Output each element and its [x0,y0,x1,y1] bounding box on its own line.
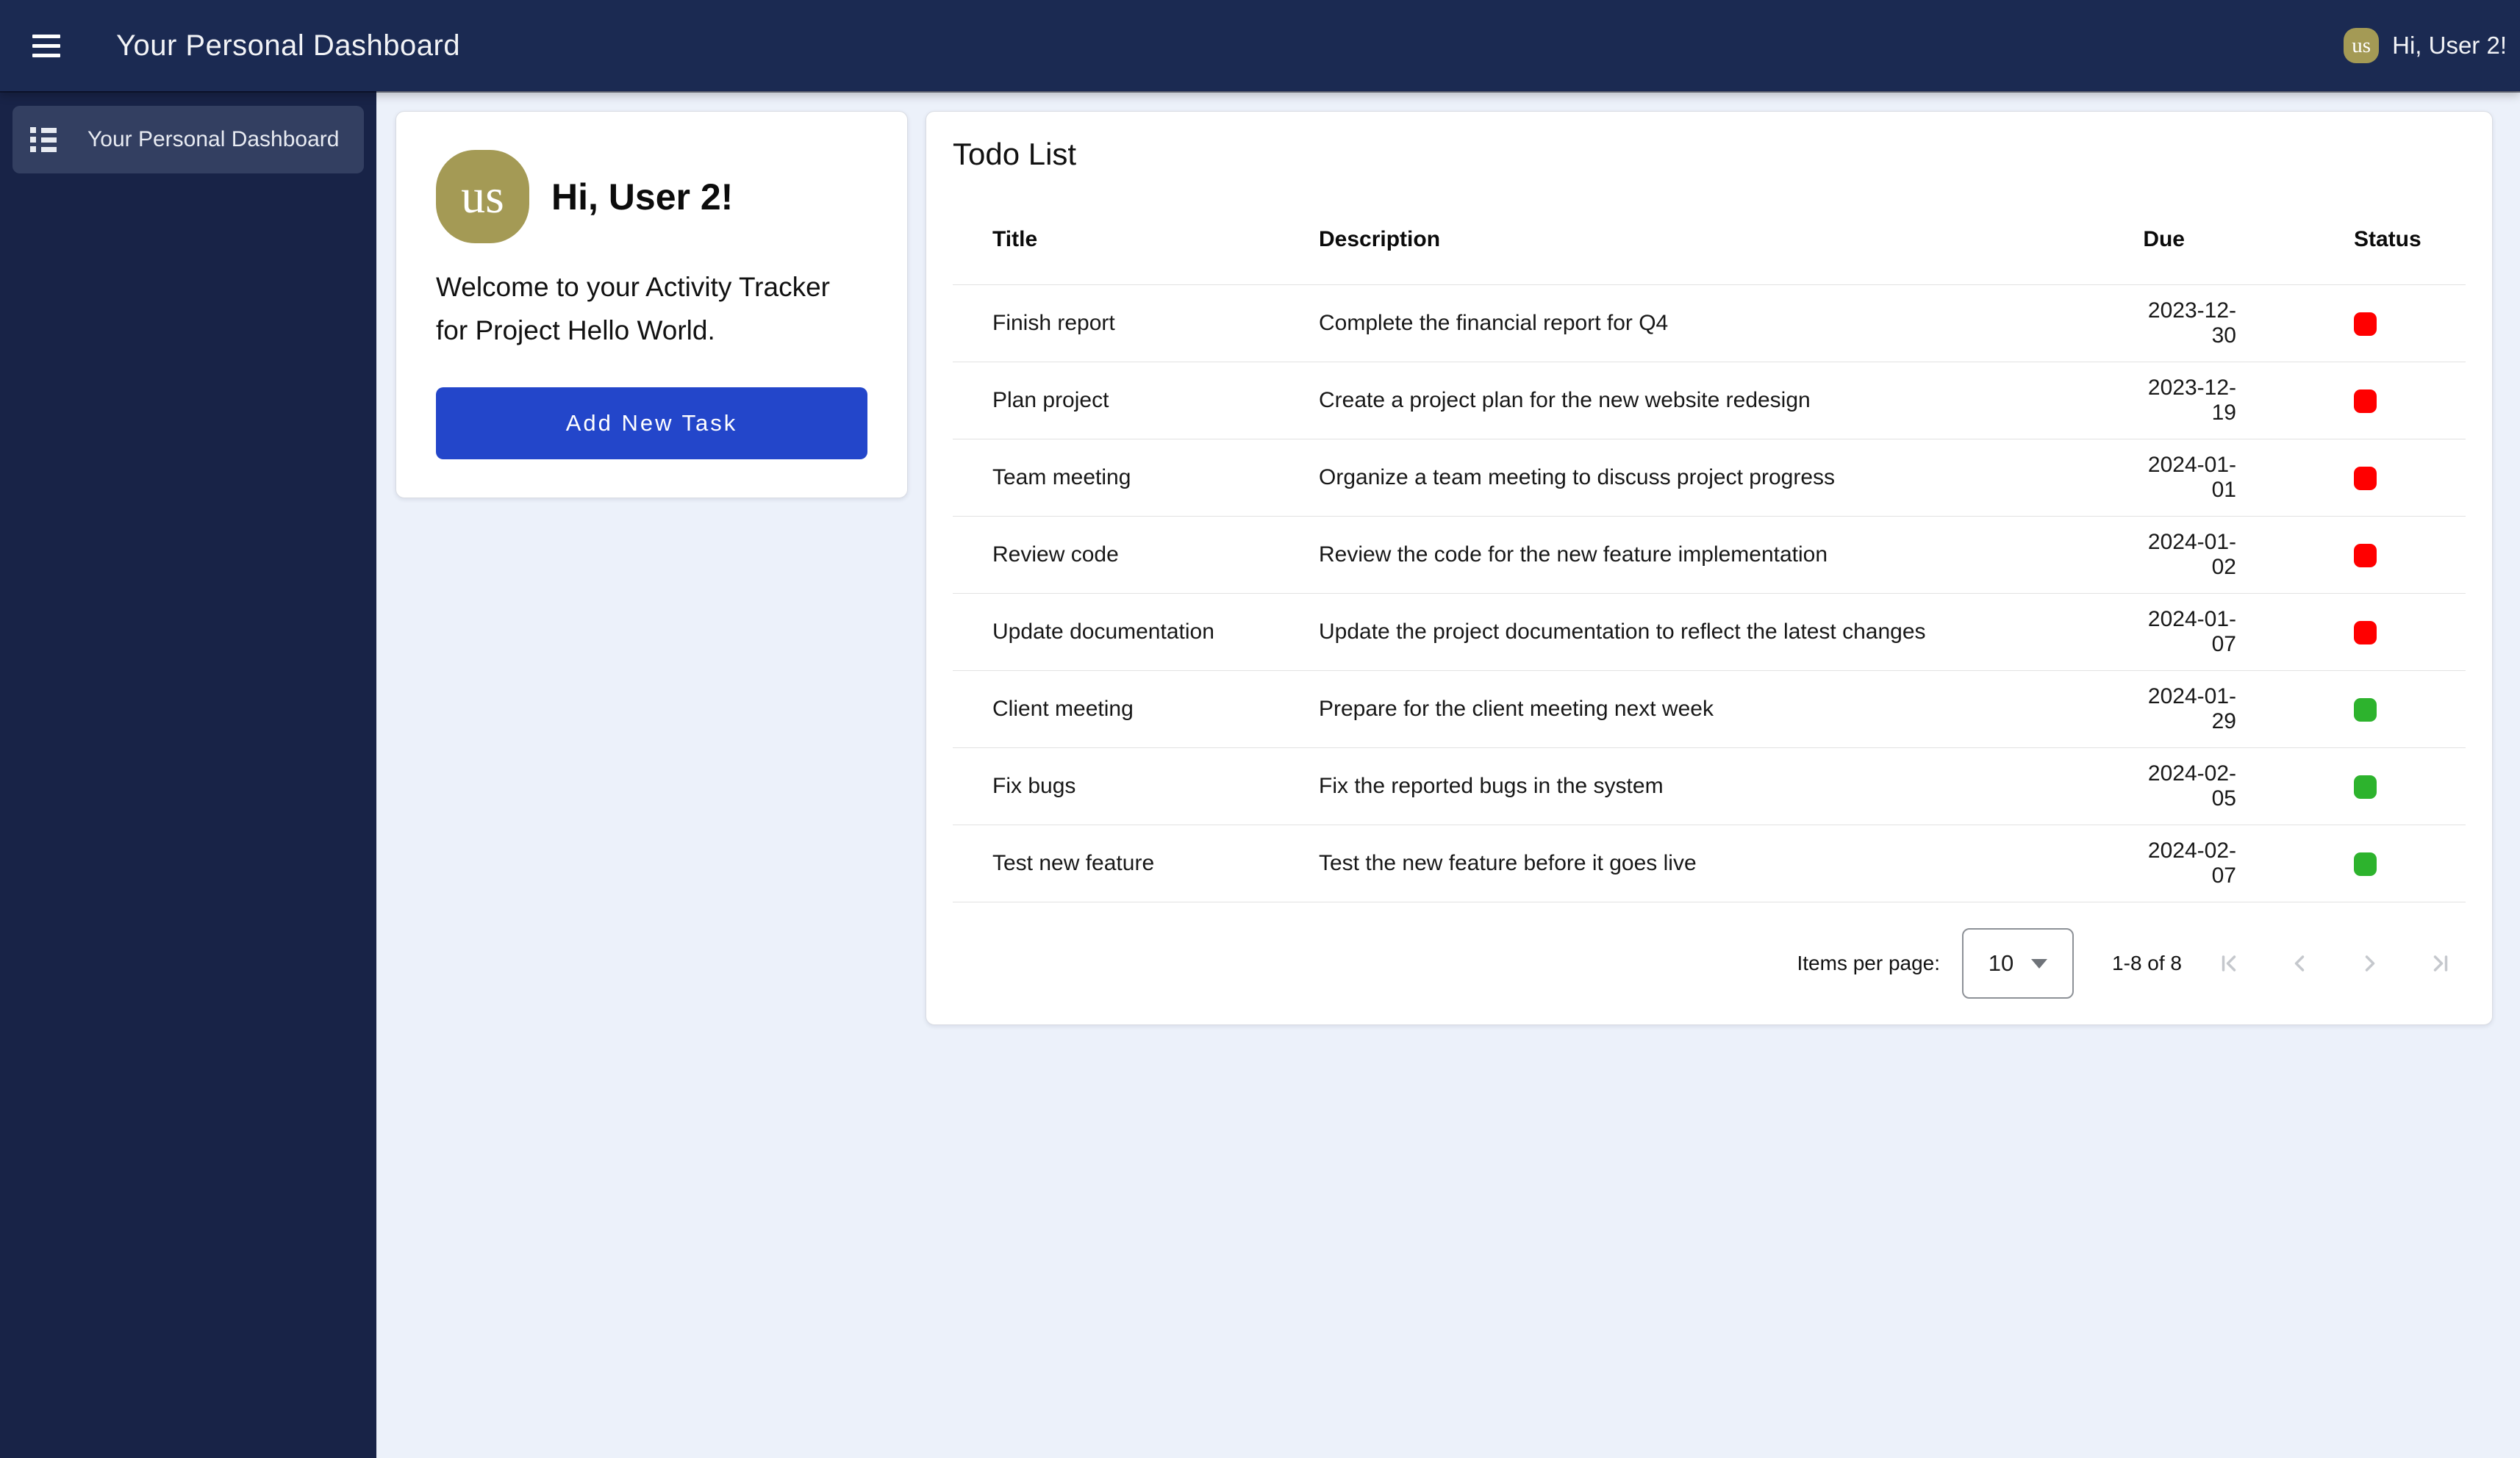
welcome-heading: Hi, User 2! [551,176,733,218]
user-avatar-large: us [436,150,529,243]
column-header-due: Due [2127,227,2319,252]
column-header-title: Title [953,227,1319,252]
status-chip [2354,544,2377,567]
topbar-greeting: Hi, User 2! [2392,32,2507,60]
todo-status-cell [2319,774,2466,799]
main-content: us Hi, User 2! Welcome to your Activity … [376,91,2520,1458]
todo-due-cell: 2024-01-02 [2127,530,2319,580]
items-per-page-label: Items per page: [1797,952,1940,975]
status-chip [2354,467,2377,490]
table-row: Update documentation Update the project … [953,594,2466,671]
todo-title-cell: Plan project [953,388,1319,413]
todo-status-cell [2319,542,2466,567]
user-avatar: us [2344,28,2379,63]
todo-due-cell: 2023-12-19 [2127,376,2319,425]
column-header-status: Status [2319,227,2466,252]
topbar-user-area: us Hi, User 2! [2344,28,2507,63]
welcome-message: Welcome to your Activity Tracker for Pro… [436,265,867,352]
app-title: Your Personal Dashboard [116,29,460,62]
todo-status-cell [2319,465,2466,490]
next-page-button[interactable] [2355,949,2385,978]
todo-list-card: Todo List Title Description Due Status F… [926,111,2493,1025]
column-header-description: Description [1319,227,2127,252]
table-row: Client meeting Prepare for the client me… [953,671,2466,748]
todo-list-title: Todo List [953,137,2466,172]
todo-description-cell: Prepare for the client meeting next week [1319,697,2127,722]
table-row: Fix bugs Fix the reported bugs in the sy… [953,748,2466,825]
last-page-button[interactable] [2426,949,2455,978]
last-page-icon [2427,950,2454,977]
todo-due-cell: 2024-01-07 [2127,607,2319,657]
top-app-bar: Your Personal Dashboard us Hi, User 2! [0,0,2520,91]
todo-status-cell [2319,620,2466,644]
table-row: Test new feature Test the new feature be… [953,825,2466,902]
previous-page-button[interactable] [2285,949,2314,978]
todo-due-cell: 2024-01-29 [2127,684,2319,734]
todo-status-cell [2319,851,2466,876]
hamburger-icon [32,35,60,38]
status-chip [2354,621,2377,644]
todo-description-cell: Test the new feature before it goes live [1319,851,2127,876]
todo-title-cell: Test new feature [953,851,1319,876]
chevron-right-icon [2357,950,2383,977]
table-header-row: Title Description Due Status [953,194,2466,285]
table-row: Plan project Create a project plan for t… [953,362,2466,439]
todo-title-cell: Client meeting [953,697,1319,722]
dropdown-caret-icon [2031,959,2047,969]
status-chip [2354,775,2377,799]
todo-description-cell: Complete the financial report for Q4 [1319,311,2127,336]
welcome-card: us Hi, User 2! Welcome to your Activity … [395,111,908,498]
add-new-task-button[interactable]: Add New Task [436,387,867,459]
sidebar-nav: Your Personal Dashboard [0,91,376,1458]
paginator-range-label: 1-8 of 8 [2112,952,2182,975]
menu-button[interactable] [32,12,100,79]
chevron-left-icon [2286,950,2313,977]
sidebar-item-dashboard[interactable]: Your Personal Dashboard [12,106,364,173]
todo-table: Title Description Due Status Finish repo… [953,194,2466,902]
todo-description-cell: Organize a team meeting to discuss proje… [1319,465,2127,490]
todo-title-cell: Finish report [953,311,1319,336]
todo-title-cell: Review code [953,542,1319,567]
first-page-icon [2216,950,2242,977]
todo-status-cell [2319,388,2466,413]
table-body: Finish report Complete the financial rep… [953,285,2466,902]
todo-description-cell: Fix the reported bugs in the system [1319,774,2127,799]
todo-due-cell: 2024-02-05 [2127,761,2319,811]
todo-due-cell: 2024-02-07 [2127,838,2319,888]
list-icon [30,127,57,152]
status-chip [2354,698,2377,722]
status-chip [2354,389,2377,413]
todo-description-cell: Review the code for the new feature impl… [1319,542,2127,567]
todo-title-cell: Team meeting [953,465,1319,490]
page-size-select[interactable]: 10 [1962,928,2074,999]
todo-title-cell: Fix bugs [953,774,1319,799]
table-row: Team meeting Organize a team meeting to … [953,439,2466,517]
sidebar-item-label: Your Personal Dashboard [87,127,339,152]
status-chip [2354,312,2377,336]
todo-status-cell [2319,697,2466,722]
todo-description-cell: Update the project documentation to refl… [1319,620,2127,644]
todo-due-cell: 2024-01-01 [2127,453,2319,503]
page-size-value: 10 [1989,950,2014,977]
table-row: Review code Review the code for the new … [953,517,2466,594]
todo-status-cell [2319,311,2466,336]
todo-title-cell: Update documentation [953,620,1319,644]
table-row: Finish report Complete the financial rep… [953,285,2466,362]
todo-description-cell: Create a project plan for the new websit… [1319,388,2127,413]
first-page-button[interactable] [2214,949,2244,978]
table-paginator: Items per page: 10 1-8 of 8 [953,902,2466,1024]
status-chip [2354,852,2377,876]
todo-due-cell: 2023-12-30 [2127,298,2319,348]
